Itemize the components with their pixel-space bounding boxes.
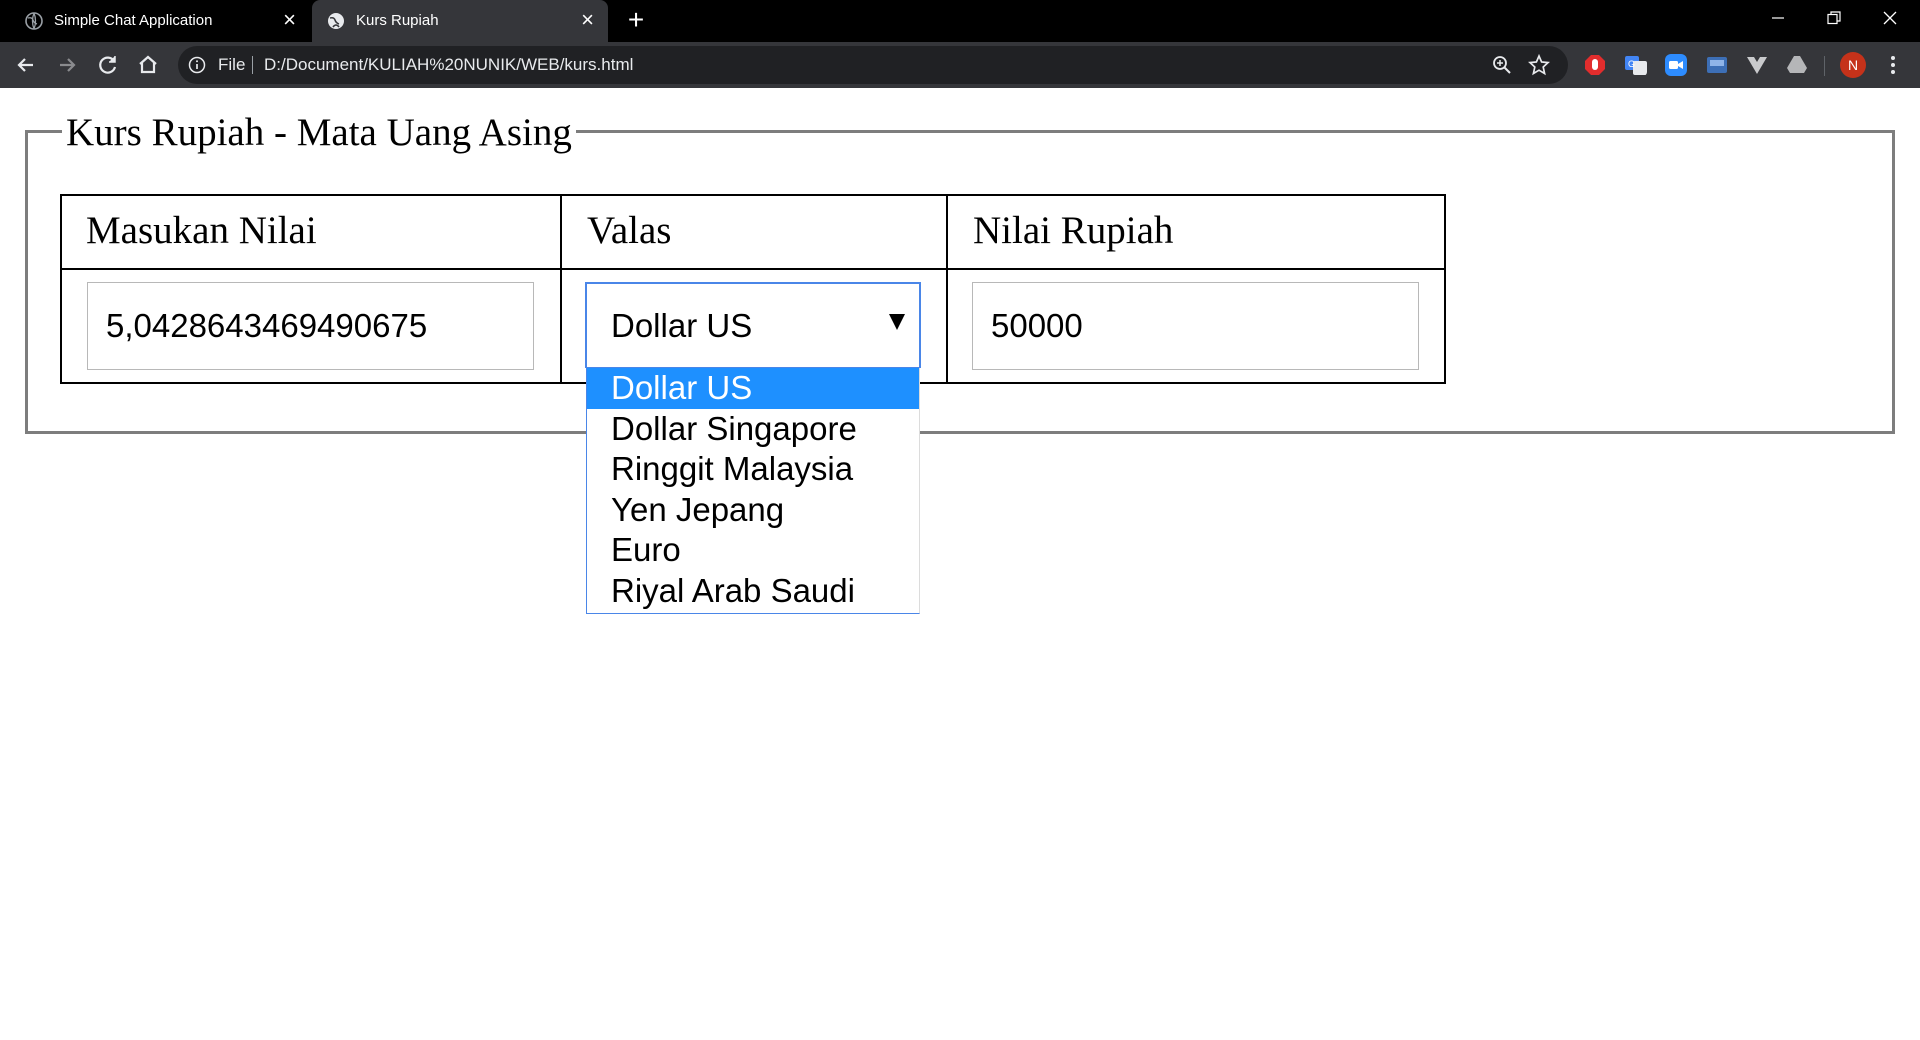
globe-icon <box>25 12 43 30</box>
column-divider <box>946 196 948 382</box>
close-window-button[interactable] <box>1862 0 1918 40</box>
close-tab-icon[interactable]: × <box>283 9 296 31</box>
fieldset-legend: Kurs Rupiah - Mata Uang Asing <box>62 108 576 158</box>
globe-icon <box>328 13 344 29</box>
column-divider <box>560 196 562 382</box>
dropdown-arrow-icon <box>889 314 905 330</box>
svg-text:G: G <box>1628 59 1635 69</box>
restore-icon <box>1827 11 1841 25</box>
zoom-meeting-extension-icon[interactable] <box>1665 54 1687 76</box>
minimize-button[interactable] <box>1750 0 1806 40</box>
zoom-icon[interactable] <box>1492 55 1512 75</box>
kebab-menu-icon[interactable] <box>1886 53 1900 77</box>
tab-simple-chat[interactable]: Simple Chat Application × <box>10 0 310 42</box>
nilai-input[interactable]: 5,0428643469490675 <box>87 282 534 370</box>
back-icon[interactable] <box>12 51 40 79</box>
home-icon[interactable] <box>134 51 162 79</box>
bookmark-star-icon[interactable] <box>1528 54 1550 76</box>
tab-strip: Simple Chat Application × Kurs Rupiah × … <box>0 0 1920 42</box>
restore-button[interactable] <box>1806 0 1862 40</box>
browser-toolbar: File D:/Document/KULIAH%20NUNIK/WEB/kurs… <box>0 42 1920 88</box>
header-masukan-nilai: Masukan Nilai <box>86 209 317 252</box>
option-riyal-arab-saudi[interactable]: Riyal Arab Saudi <box>587 571 919 612</box>
option-ringgit-malaysia[interactable]: Ringgit Malaysia <box>587 449 919 490</box>
header-divider <box>62 268 1444 270</box>
address-bar[interactable]: File D:/Document/KULIAH%20NUNIK/WEB/kurs… <box>178 46 1568 84</box>
forward-icon[interactable] <box>53 51 81 79</box>
close-icon <box>1883 11 1897 25</box>
option-yen-jepang[interactable]: Yen Jepang <box>587 490 919 531</box>
valas-dropdown-list: Dollar US Dollar Singapore Ringgit Malay… <box>586 368 920 614</box>
divider <box>252 56 253 74</box>
tab-title: Simple Chat Application <box>54 12 213 29</box>
profile-avatar[interactable]: N <box>1840 52 1866 78</box>
tab-title: Kurs Rupiah <box>356 12 439 29</box>
header-valas: Valas <box>587 209 672 252</box>
translate-extension-icon[interactable]: G <box>1625 54 1647 76</box>
option-dollar-us[interactable]: Dollar US <box>587 368 919 409</box>
drive-extension-icon[interactable] <box>1786 54 1808 76</box>
scheme-label: File <box>218 55 246 74</box>
valas-select[interactable]: Dollar US <box>585 282 921 368</box>
select-value: Dollar US <box>611 307 753 344</box>
header-nilai-rupiah: Nilai Rupiah <box>973 209 1174 252</box>
info-icon[interactable] <box>188 56 206 74</box>
vuejs-extension-icon[interactable] <box>1746 54 1768 76</box>
close-tab-icon[interactable]: × <box>581 9 594 31</box>
url-text[interactable]: D:/Document/KULIAH%20NUNIK/WEB/kurs.html <box>264 46 633 84</box>
option-dollar-singapore[interactable]: Dollar Singapore <box>587 409 919 450</box>
adblock-extension-icon[interactable] <box>1584 54 1606 76</box>
reload-icon[interactable] <box>94 51 122 79</box>
screen-capture-extension-icon[interactable] <box>1706 54 1728 76</box>
minimize-icon <box>1772 17 1784 19</box>
tab-kurs-rupiah[interactable]: Kurs Rupiah × <box>312 0 608 42</box>
option-euro[interactable]: Euro <box>587 530 919 571</box>
rupiah-output[interactable]: 50000 <box>972 282 1419 370</box>
toolbar-divider <box>1824 56 1825 76</box>
new-tab-button[interactable]: + <box>622 6 650 34</box>
